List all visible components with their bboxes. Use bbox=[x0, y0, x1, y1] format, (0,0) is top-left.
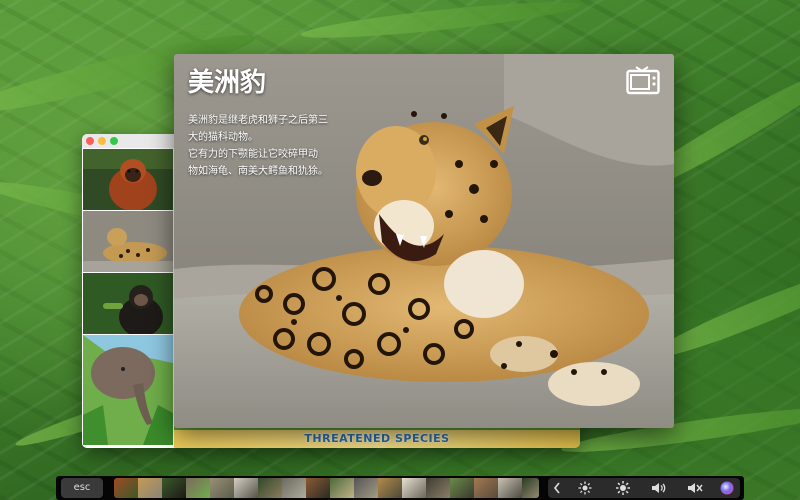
close-button[interactable] bbox=[86, 137, 94, 145]
esc-key[interactable]: esc bbox=[61, 478, 103, 498]
touch-bar-thumb[interactable] bbox=[258, 478, 282, 498]
touch-bar-thumb[interactable] bbox=[114, 478, 138, 498]
touch-bar-thumb[interactable] bbox=[378, 478, 402, 498]
thumbnail-list bbox=[82, 148, 174, 448]
description-line: 它有力的下颚能让它咬碎甲动 bbox=[188, 149, 318, 160]
brightness-icon[interactable] bbox=[572, 478, 598, 498]
description-line: 美洲豹是继老虎和狮子之后第三 bbox=[188, 115, 328, 126]
touch-bar-thumb[interactable] bbox=[354, 478, 378, 498]
touch-bar-thumb[interactable] bbox=[282, 478, 306, 498]
touch-bar-thumb[interactable] bbox=[498, 478, 522, 498]
touch-bar-thumb[interactable] bbox=[402, 478, 426, 498]
touch-bar-thumb[interactable] bbox=[210, 478, 234, 498]
touch-bar-control-strip bbox=[548, 478, 740, 498]
touch-bar-thumb[interactable] bbox=[162, 478, 186, 498]
jaguar-photo bbox=[174, 54, 674, 428]
touch-bar: esc bbox=[56, 476, 744, 500]
jaguar-photo-panel: 美洲豹 美洲豹是继老虎和狮子之后第三 大的猫科动物。 它有力的下颚能让它咬碎甲动… bbox=[174, 54, 674, 428]
touch-bar-thumb[interactable] bbox=[330, 478, 354, 498]
touch-bar-thumb[interactable] bbox=[138, 478, 162, 498]
volume-icon[interactable] bbox=[646, 478, 672, 498]
touch-bar-thumb[interactable] bbox=[450, 478, 474, 498]
mute-icon[interactable] bbox=[682, 478, 708, 498]
description-line: 大的猫科动物。 bbox=[188, 132, 258, 143]
page-title: 美洲豹 bbox=[188, 68, 267, 98]
touch-bar-thumbnail-strip[interactable] bbox=[114, 478, 539, 498]
threatened-species-banner: THREATENED SPECIES bbox=[174, 430, 580, 448]
touch-bar-thumb[interactable] bbox=[474, 478, 498, 498]
tv-icon[interactable] bbox=[626, 66, 660, 96]
touch-bar-thumb[interactable] bbox=[522, 478, 539, 498]
minimize-button[interactable] bbox=[98, 137, 106, 145]
thumbnail-chimpanzee[interactable] bbox=[83, 273, 173, 334]
animal-description: 美洲豹是继老虎和狮子之后第三 大的猫科动物。 它有力的下颚能让它咬碎甲动 物如海… bbox=[188, 112, 358, 180]
brightness-icon[interactable] bbox=[610, 478, 636, 498]
touch-bar-thumb[interactable] bbox=[426, 478, 450, 498]
touch-bar-thumb[interactable] bbox=[186, 478, 210, 498]
siri-icon[interactable] bbox=[714, 478, 740, 498]
touch-bar-thumb[interactable] bbox=[234, 478, 258, 498]
chevron-left-icon[interactable] bbox=[548, 478, 566, 498]
thumbnail-orangutan[interactable] bbox=[83, 149, 173, 210]
description-line: 物如海龟、南美大鳄鱼和犰狳。 bbox=[188, 166, 328, 177]
touch-bar-thumb[interactable] bbox=[306, 478, 330, 498]
zoom-button[interactable] bbox=[110, 137, 118, 145]
thumbnail-jaguar[interactable] bbox=[83, 211, 173, 272]
thumbnail-elephant[interactable] bbox=[83, 335, 173, 445]
